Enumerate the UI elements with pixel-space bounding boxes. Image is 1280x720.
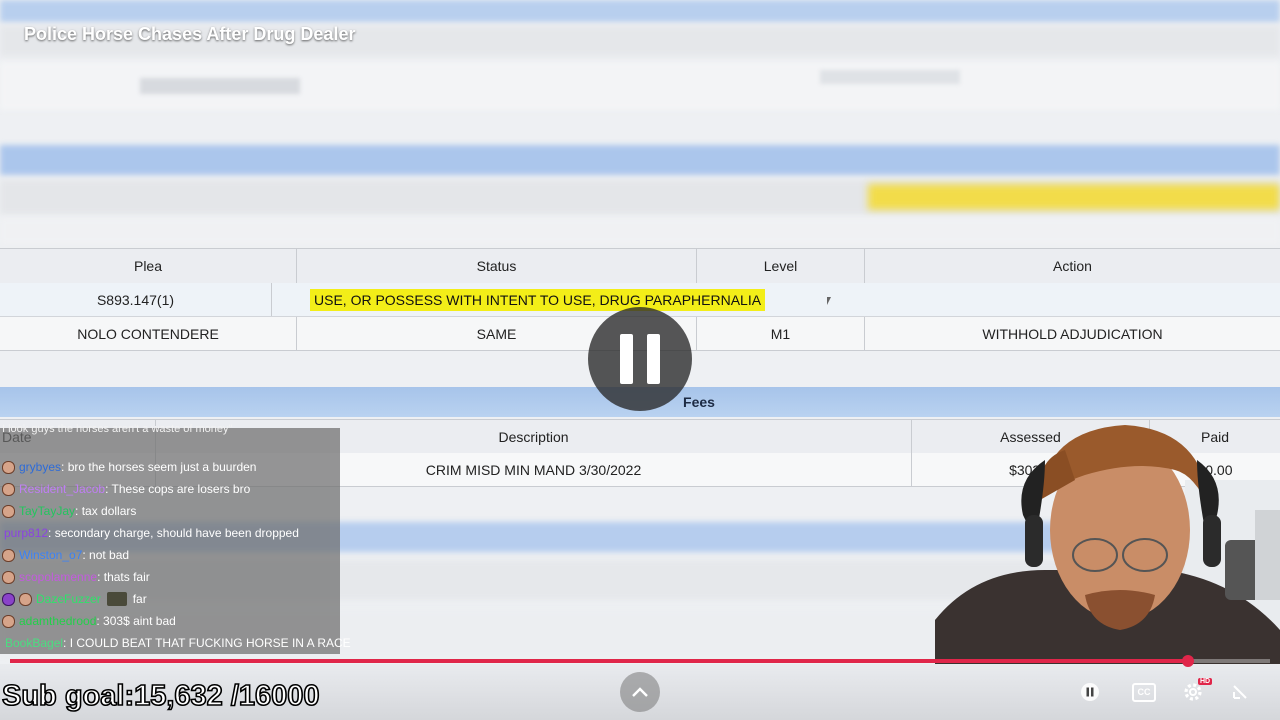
chat-username: BookBagel xyxy=(5,636,64,650)
chat-message: adamthedrood : 303$ aint bad xyxy=(2,614,176,628)
chat-message: Resident_Jacob : These cops are losers b… xyxy=(2,482,250,496)
blurred-text xyxy=(140,78,300,94)
header-status: Status xyxy=(297,249,697,283)
charge-table-header: Plea Status Level Action xyxy=(0,248,1280,284)
chat-message: grybyes : bro the horses seem just a buu… xyxy=(2,460,256,474)
statute-cell: S893.147(1) xyxy=(0,283,272,316)
chat-message: scopolamenne : thats fair xyxy=(2,570,150,584)
streamer-webcam xyxy=(935,420,1280,664)
chat-username: Winston_o7 xyxy=(19,548,83,562)
chat-username: adamthedrood xyxy=(19,614,97,628)
blurred-text xyxy=(820,70,960,84)
chat-overlay: I look guys the horses aren't a waste of… xyxy=(0,423,351,654)
header-plea: Plea xyxy=(0,249,297,283)
chat-username: scopolamenne xyxy=(19,570,98,584)
chat-username: purp812 xyxy=(4,526,49,540)
mouse-cursor-icon xyxy=(827,297,831,305)
expand-up-button[interactable] xyxy=(620,672,660,712)
chat-text: : I COULD BEAT THAT FUCKING HORSE IN A R… xyxy=(63,636,351,650)
action-cell: WITHHOLD ADJUDICATION xyxy=(982,325,1163,342)
chat-message: DazeFuzzer far xyxy=(2,592,147,606)
highlighted-charge-text: USE, OR POSSESS WITH INTENT TO USE, DRUG… xyxy=(310,288,766,311)
exit-fullscreen-icon xyxy=(1233,685,1247,699)
cc-label: CC xyxy=(1137,687,1151,697)
progress-bar[interactable] xyxy=(10,655,1270,667)
chat-username: DazeFuzzer xyxy=(36,592,101,606)
progress-fill xyxy=(10,659,1189,663)
badge-icon xyxy=(2,548,15,562)
chat-partial-message: I look guys the horses aren't a waste of… xyxy=(2,423,233,435)
settings-button[interactable]: HD xyxy=(1178,678,1213,706)
chat-text: : not bad xyxy=(82,548,130,562)
chat-text: : tax dollars xyxy=(75,504,137,518)
badge-icon xyxy=(2,504,15,518)
blurred-blue-band xyxy=(0,145,1280,175)
plea-cell: NOLO CONTENDERE xyxy=(0,317,297,350)
chat-message: TayTayJay : tax dollars xyxy=(2,504,136,518)
chevron-up-icon xyxy=(632,687,648,697)
blurred-header-band xyxy=(0,0,1280,22)
sub-goal-overlay: Sub goal:15,632 /16000 xyxy=(1,679,320,713)
chat-text: : thats fair xyxy=(97,570,150,584)
scrubber-handle[interactable] xyxy=(1182,655,1195,667)
video-player[interactable]: Plea Status Level Action S893.147(1) USE… xyxy=(0,0,1280,720)
chat-username: grybyes xyxy=(19,460,62,474)
pause-icon xyxy=(620,334,633,384)
badge-icon xyxy=(2,482,15,496)
chat-message: purp812 : secondary charge, should have … xyxy=(2,526,299,540)
pause-button[interactable] xyxy=(1078,680,1102,704)
emote-icon xyxy=(106,592,127,606)
level-cell: M1 xyxy=(697,317,865,350)
badge-icon xyxy=(19,592,32,606)
blurred-row xyxy=(0,218,1280,244)
pause-overlay-button[interactable] xyxy=(588,307,692,411)
chat-username: Resident_Jacob xyxy=(19,482,106,496)
badge-icon xyxy=(2,460,15,474)
webcam-image xyxy=(935,425,1280,664)
pause-icon xyxy=(1081,683,1099,701)
chat-text: : These cops are losers bro xyxy=(105,482,251,496)
chat-message: Winston_o7 : not bad xyxy=(2,548,129,562)
captions-button[interactable]: CC xyxy=(1130,680,1158,704)
badge-icon xyxy=(2,592,15,606)
pause-icon xyxy=(647,334,660,384)
badge-icon xyxy=(2,570,15,584)
charge-description-cell: USE, OR POSSESS WITH INTENT TO USE, DRUG… xyxy=(272,283,1280,316)
hd-badge: HD xyxy=(1198,678,1213,685)
chat-message: BookBagel : I COULD BEAT THAT FUCKING HO… xyxy=(2,636,351,650)
chat-text: : secondary charge, should have been dro… xyxy=(48,526,299,540)
chat-text: : 303$ aint bad xyxy=(96,614,176,628)
header-action: Action xyxy=(1053,258,1092,274)
video-title: Police Horse Chases After Drug Dealer xyxy=(24,24,356,44)
exit-fullscreen-button[interactable] xyxy=(1228,680,1252,704)
chat-text: : bro the horses seem just a buurden xyxy=(61,460,257,474)
blurred-highlight xyxy=(868,184,1280,210)
header-level: Level xyxy=(697,249,865,283)
cc-icon: CC xyxy=(1132,682,1156,702)
chat-text: far xyxy=(132,592,147,606)
badge-icon xyxy=(2,614,15,628)
chat-username: TayTayJay xyxy=(19,504,76,518)
